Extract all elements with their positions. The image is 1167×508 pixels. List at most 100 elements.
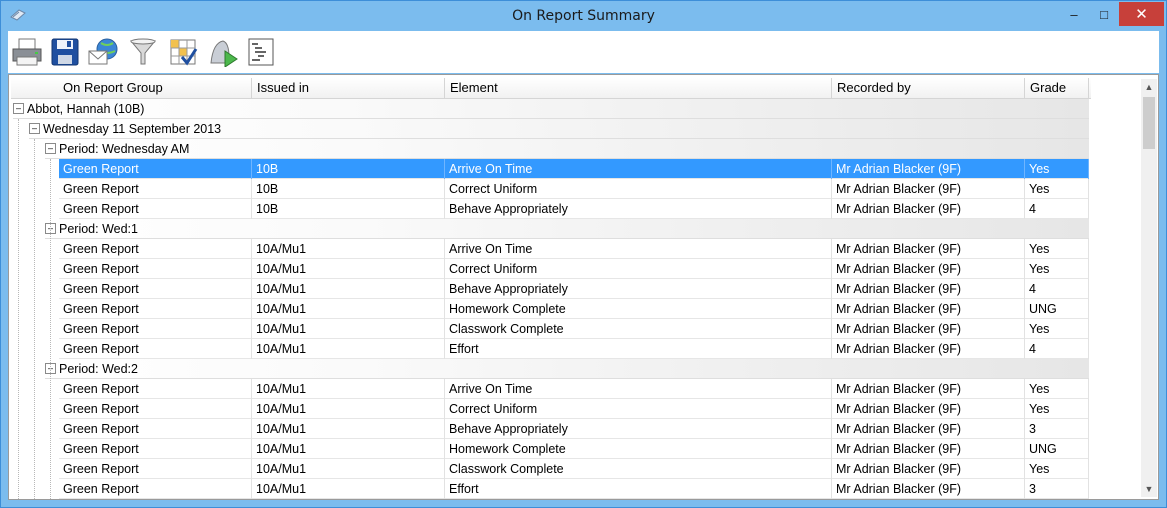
table-row[interactable]: Green Report 10A/Mu1 Behave Appropriately M…: [59, 279, 1089, 299]
cell-issued-in: 10A/Mu1: [252, 279, 445, 299]
table-row[interactable]: Green Report 10A/Mu1 Homework Complete Mr A…: [59, 439, 1089, 459]
cell-recorded-by: Mr Adrian Blacker (9F): [832, 199, 1025, 219]
group-row-period-label: Period: Wed:1: [59, 222, 138, 236]
column-header-group[interactable]: On Report Group: [11, 78, 252, 98]
table-row[interactable]: Green Report 10A/Mu1 Classwork Complete Mr …: [59, 459, 1089, 479]
column-header-element[interactable]: Element: [445, 78, 832, 98]
table-row[interactable]: Green Report 10A/Mu1 Effort Mr Adrian Black…: [59, 339, 1089, 359]
filter-button[interactable]: [126, 35, 160, 69]
cell-recorded-by: Mr Adrian Blacker (9F): [832, 179, 1025, 199]
run-report-button[interactable]: [206, 35, 240, 69]
cell-group: Green Report: [59, 379, 252, 399]
tree-outline-button[interactable]: [244, 35, 278, 69]
table-row[interactable]: Green Report 10B Behave Appropriately Mr Ad…: [59, 199, 1089, 219]
cell-element: Effort: [445, 479, 832, 499]
report-window: On Report Summary – □ ✕ On Report Group …: [0, 0, 1167, 508]
collapse-toggle-icon[interactable]: –: [45, 143, 56, 154]
cell-recorded-by: Mr Adrian Blacker (9F): [832, 479, 1025, 499]
group-row-date[interactable]: – Wednesday 11 September 2013: [29, 119, 1089, 139]
print-button[interactable]: [10, 35, 44, 69]
cell-element: Correct Uniform: [445, 259, 832, 279]
cell-grade: Yes: [1025, 179, 1089, 199]
cell-element: Classwork Complete: [445, 459, 832, 479]
grid-header: On Report Group Issued in Element Record…: [11, 78, 1091, 99]
cell-element: Arrive On Time: [445, 239, 832, 259]
scroll-thumb[interactable]: [1143, 97, 1155, 149]
column-header-grade[interactable]: Grade: [1025, 78, 1089, 98]
cell-grade: 4: [1025, 339, 1089, 359]
cell-group: Green Report: [59, 419, 252, 439]
cell-group: Green Report: [59, 199, 252, 219]
cell-issued-in: 10B: [252, 179, 445, 199]
cell-recorded-by: Mr Adrian Blacker (9F): [832, 379, 1025, 399]
save-button[interactable]: [48, 35, 82, 69]
cell-group: Green Report: [59, 319, 252, 339]
cell-grade: 3: [1025, 479, 1089, 499]
scroll-up-icon[interactable]: ▲: [1141, 79, 1157, 95]
cell-issued-in: 10A/Mu1: [252, 399, 445, 419]
filter-icon: [129, 38, 157, 65]
email-button[interactable]: [86, 35, 120, 69]
cell-issued-in: 10A/Mu1: [252, 379, 445, 399]
close-button[interactable]: ✕: [1119, 2, 1164, 26]
cell-element: Homework Complete: [445, 439, 832, 459]
column-header-issued-in[interactable]: Issued in: [252, 78, 445, 98]
cell-element: Arrive On Time: [445, 159, 832, 179]
window-title: On Report Summary: [512, 8, 655, 24]
table-row[interactable]: Green Report 10A/Mu1 Homework Complete Mr A…: [59, 299, 1089, 319]
group-row-period[interactable]: – Period: Wednesday AM: [45, 139, 1089, 159]
cell-element: Correct Uniform: [445, 179, 832, 199]
table-row[interactable]: Green Report 10B Correct Uniform Mr Adrian …: [59, 179, 1089, 199]
collapse-toggle-icon[interactable]: –: [29, 123, 40, 134]
cell-recorded-by: Mr Adrian Blacker (9F): [832, 299, 1025, 319]
cell-recorded-by: Mr Adrian Blacker (9F): [832, 279, 1025, 299]
group-row-period[interactable]: – Period: Wed:1: [45, 219, 1089, 239]
grid-check-button[interactable]: [166, 35, 200, 69]
group-row-period[interactable]: – Period: Wed:2: [45, 359, 1089, 379]
cell-grade: UNG: [1025, 439, 1089, 459]
cell-issued-in: 10A/Mu1: [252, 419, 445, 439]
cell-recorded-by: Mr Adrian Blacker (9F): [832, 339, 1025, 359]
cell-recorded-by: Mr Adrian Blacker (9F): [832, 439, 1025, 459]
cell-element: Correct Uniform: [445, 399, 832, 419]
cell-recorded-by: Mr Adrian Blacker (9F): [832, 419, 1025, 439]
cell-grade: Yes: [1025, 379, 1089, 399]
table-row[interactable]: Green Report 10A/Mu1 Behave Appropriately M…: [59, 419, 1089, 439]
cell-grade: 4: [1025, 199, 1089, 219]
table-row[interactable]: Green Report 10B Arrive On Time Mr Adrian B…: [59, 159, 1089, 179]
table-row[interactable]: Green Report 10A/Mu1 Arrive On Time Mr Adri…: [59, 379, 1089, 399]
cell-element: Effort: [445, 339, 832, 359]
tree-guide-line: [34, 139, 35, 499]
cell-recorded-by: Mr Adrian Blacker (9F): [832, 259, 1025, 279]
title-bar[interactable]: On Report Summary – □ ✕: [1, 1, 1166, 31]
run-report-icon: [210, 40, 238, 67]
table-row[interactable]: Green Report 10A/Mu1 Correct Uniform Mr Adr…: [59, 259, 1089, 279]
cell-grade: 4: [1025, 279, 1089, 299]
group-row-student[interactable]: – Abbot, Hannah (10B): [13, 99, 1089, 119]
cell-recorded-by: Mr Adrian Blacker (9F): [832, 459, 1025, 479]
cell-grade: Yes: [1025, 259, 1089, 279]
cell-grade: Yes: [1025, 399, 1089, 419]
table-row[interactable]: Green Report 10A/Mu1 Effort Mr Adrian Black…: [59, 479, 1089, 499]
table-row[interactable]: Green Report 10A/Mu1 Arrive On Time Mr Adri…: [59, 239, 1089, 259]
cell-group: Green Report: [59, 459, 252, 479]
report-grid[interactable]: On Report Group Issued in Element Record…: [8, 74, 1159, 500]
cell-grade: Yes: [1025, 459, 1089, 479]
vertical-scrollbar[interactable]: ▲ ▼: [1141, 79, 1157, 497]
printer-icon: [12, 38, 42, 66]
cell-group: Green Report: [59, 279, 252, 299]
minimize-button[interactable]: –: [1057, 2, 1091, 26]
group-row-date-label: Wednesday 11 September 2013: [43, 122, 222, 136]
cell-grade: Yes: [1025, 159, 1089, 179]
collapse-toggle-icon[interactable]: –: [13, 103, 24, 114]
table-row[interactable]: Green Report 10A/Mu1 Correct Uniform Mr Adr…: [59, 399, 1089, 419]
cell-group: Green Report: [59, 159, 252, 179]
grid-check-icon: [170, 39, 198, 66]
cell-issued-in: 10A/Mu1: [252, 299, 445, 319]
cell-element: Behave Appropriately: [445, 199, 832, 219]
table-row[interactable]: Green Report 10A/Mu1 Classwork Complete Mr …: [59, 319, 1089, 339]
column-header-recorded-by[interactable]: Recorded by: [832, 78, 1025, 98]
tree-guide-line: [50, 159, 51, 499]
scroll-down-icon[interactable]: ▼: [1141, 481, 1157, 497]
maximize-button[interactable]: □: [1089, 2, 1119, 26]
